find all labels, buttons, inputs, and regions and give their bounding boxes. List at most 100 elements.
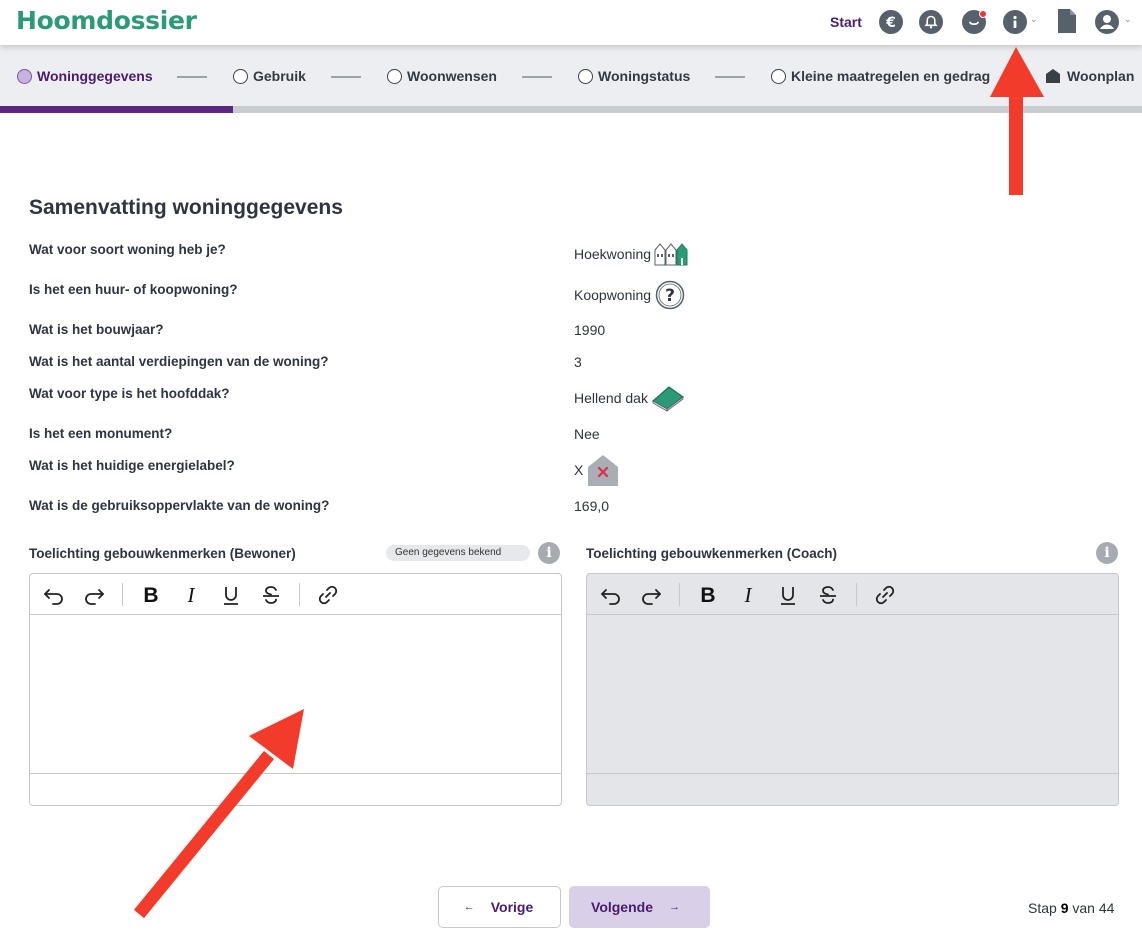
step-gebruik[interactable]: Gebruik	[233, 68, 306, 84]
start-link[interactable]: Start	[830, 14, 862, 30]
link-icon[interactable]	[316, 583, 340, 607]
info-icon[interactable]: i	[1096, 542, 1118, 564]
answer-value: 3	[574, 354, 582, 370]
answer-text: X	[574, 462, 584, 478]
step-counter-current: 9	[1060, 900, 1069, 916]
euro-icon[interactable]: €	[879, 10, 903, 34]
next-button[interactable]: Volgende →	[569, 886, 710, 928]
redo-icon[interactable]	[82, 583, 106, 607]
italic-icon[interactable]: I	[179, 583, 203, 607]
step-woonplan[interactable]: Woonplan	[1045, 68, 1134, 84]
step-woningstatus[interactable]: Woningstatus	[578, 68, 690, 84]
bold-icon[interactable]: B	[139, 583, 163, 607]
progress-fill	[0, 106, 233, 113]
step-woninggegevens[interactable]: Woninggegevens	[17, 68, 153, 84]
question-label: Wat is het huidige energielabel?	[29, 458, 235, 473]
info-icon[interactable]: i	[538, 542, 560, 564]
toolbar-separator	[856, 583, 857, 606]
svg-text:€: €	[885, 15, 896, 31]
svg-text:?: ?	[665, 286, 675, 306]
bold-icon[interactable]: B	[696, 583, 720, 607]
bell-icon[interactable]	[919, 10, 943, 34]
toolbar-separator	[679, 583, 680, 606]
next-button-label: Volgende	[591, 899, 653, 915]
editor-toolbar: B I	[587, 574, 1118, 615]
strikethrough-icon[interactable]	[259, 583, 283, 607]
undo-icon[interactable]	[42, 583, 66, 607]
step-label: Woninggegevens	[37, 68, 153, 84]
coach-editor-label: Toelichting gebouwkenmerken (Coach)	[586, 546, 838, 561]
redo-icon[interactable]	[639, 583, 663, 607]
answer-value: X	[574, 454, 620, 486]
corner-house-icon	[654, 243, 688, 266]
coach-editor-textarea	[587, 615, 1118, 774]
svg-text:B: B	[143, 584, 158, 606]
coach-editor: B I	[586, 573, 1119, 806]
resident-editor: B I	[29, 573, 562, 806]
info-icon[interactable]	[1003, 10, 1027, 34]
question-label: Wat voor type is het hoofddak?	[29, 386, 230, 401]
step-circle-icon	[387, 68, 402, 84]
question-label: Wat is het aantal verdiepingen van de wo…	[29, 354, 329, 369]
user-dropdown-caret-icon[interactable]: ⌄	[1124, 14, 1132, 25]
step-woonwensen[interactable]: Woonwensen	[387, 68, 497, 84]
answer-value: Nee	[574, 426, 600, 442]
progress-track	[0, 106, 1142, 113]
answer-value: Koopwoning ?	[574, 280, 686, 310]
svg-text:B: B	[700, 584, 715, 606]
editor-toolbar: B I	[30, 574, 561, 615]
underline-icon[interactable]	[776, 583, 800, 607]
info-dropdown-caret-icon[interactable]: ⌄	[1030, 14, 1038, 25]
italic-icon[interactable]: I	[736, 583, 760, 607]
house-icon	[1046, 69, 1060, 83]
link-icon[interactable]	[873, 583, 897, 607]
previous-button-label: Vorige	[490, 899, 534, 915]
resident-editor-label: Toelichting gebouwkenmerken (Bewoner)	[29, 546, 296, 561]
underline-icon[interactable]	[219, 583, 243, 607]
resident-editor-textarea[interactable]	[30, 615, 561, 774]
step-counter-prefix: Stap	[1028, 900, 1057, 916]
question-label: Is het een huur- of koopwoning?	[29, 282, 238, 297]
arrow-right-icon: →	[668, 901, 680, 913]
step-label: Kleine maatregelen en gedrag	[791, 68, 991, 84]
question-mark-icon: ?	[655, 280, 685, 310]
document-icon[interactable]	[1057, 8, 1077, 39]
step-circle-icon	[771, 68, 786, 84]
undo-icon[interactable]	[599, 583, 623, 607]
answer-value: Hellend dak	[574, 384, 685, 412]
answer-value: Hoekwoning	[574, 242, 688, 266]
step-label: Gebruik	[253, 68, 306, 84]
arrow-left-icon: ←	[463, 901, 475, 913]
answer-text: Hellend dak	[574, 390, 648, 406]
step-label: Woonplan	[1067, 68, 1135, 84]
step-label: Woonwensen	[407, 68, 497, 84]
top-header: Hoomdossier Start € ⌄ ⌄	[0, 0, 1142, 45]
toolbar-separator	[299, 583, 300, 606]
step-label: Woningstatus	[598, 68, 691, 84]
answer-value: 169,0	[574, 498, 610, 514]
question-label: Wat is het bouwjaar?	[29, 322, 164, 337]
notification-dot	[979, 10, 987, 18]
step-kleine-maatregelen[interactable]: Kleine maatregelen en gedrag	[771, 68, 990, 84]
step-circle-icon	[17, 68, 32, 84]
question-label: Wat is de gebruiksoppervlakte van de won…	[29, 498, 330, 513]
user-icon[interactable]	[1094, 9, 1120, 40]
step-counter-total: 44	[1098, 900, 1115, 916]
answer-text: Koopwoning	[574, 287, 652, 303]
step-counter-middle: van	[1072, 900, 1095, 916]
svg-text:I: I	[187, 584, 196, 606]
strikethrough-icon[interactable]	[816, 583, 840, 607]
step-circle-icon	[578, 68, 593, 84]
answer-value: 1990	[574, 322, 606, 338]
toolbar-separator	[122, 583, 123, 606]
step-circle-icon	[233, 68, 248, 84]
question-label: Wat voor soort woning heb je?	[29, 242, 226, 257]
page-title: Samenvatting woninggegevens	[29, 196, 343, 219]
status-badge: Geen gegevens bekend	[386, 545, 530, 561]
logo[interactable]: Hoomdossier	[16, 6, 197, 35]
previous-button[interactable]: ← Vorige	[438, 886, 561, 928]
svg-text:I: I	[744, 584, 753, 606]
step-separator	[331, 76, 361, 78]
question-label: Is het een monument?	[29, 426, 173, 441]
step-separator	[177, 76, 207, 78]
